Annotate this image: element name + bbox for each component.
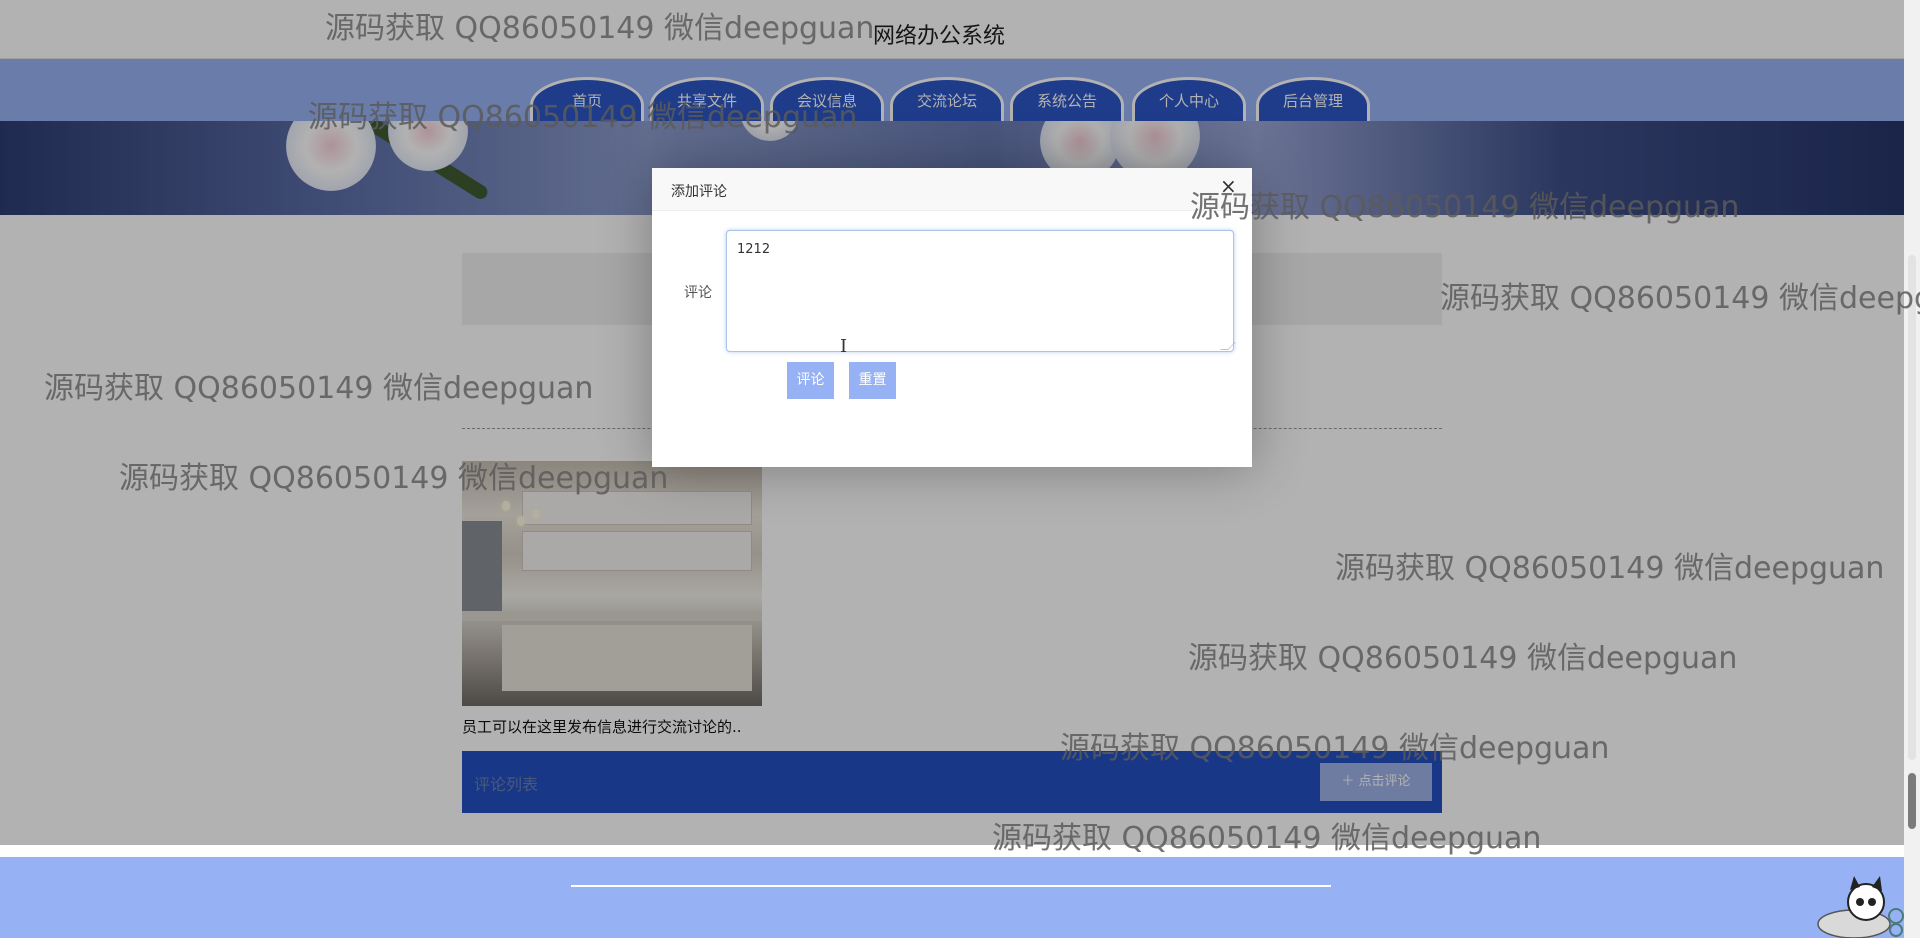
dialog-title: 添加评论 <box>671 184 727 200</box>
reset-button[interactable]: 重置 <box>849 362 896 399</box>
page-scrollbar[interactable] <box>1904 0 1920 938</box>
cat-mascot-icon[interactable] <box>1814 872 1904 938</box>
comment-field-label: 评论 <box>684 285 712 301</box>
add-comment-dialog: 添加评论 × 评论 1212 评论 重置 <box>652 168 1252 467</box>
scrollbar-thumb[interactable] <box>1908 773 1916 829</box>
comment-textarea[interactable]: 1212 <box>726 230 1234 352</box>
footer <box>0 857 1904 938</box>
text-cursor-icon: I <box>840 336 848 357</box>
close-icon[interactable]: × <box>1220 174 1237 198</box>
footer-line <box>571 885 1331 887</box>
scrollbar-track <box>1908 255 1916 760</box>
dialog-header: 添加评论 × <box>652 168 1252 211</box>
submit-comment-button[interactable]: 评论 <box>787 362 834 399</box>
